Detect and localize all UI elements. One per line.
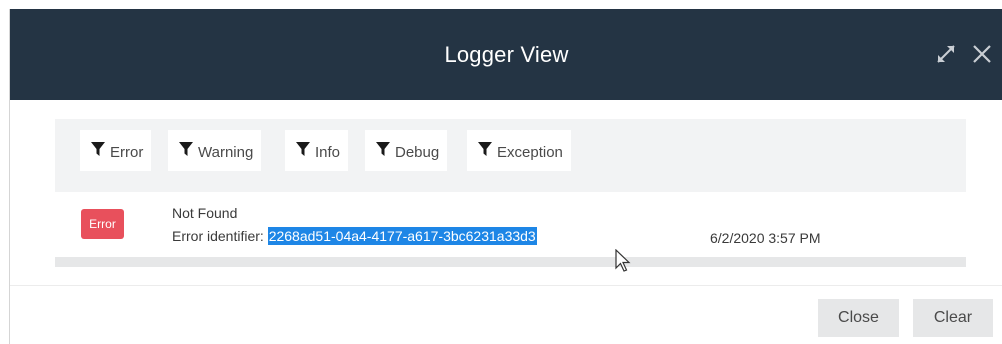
filter-funnel-icon bbox=[376, 142, 390, 156]
filter-info-button[interactable]: Info bbox=[285, 130, 349, 171]
identifier-label: Error identifier: bbox=[172, 228, 264, 244]
filter-label: Error bbox=[110, 143, 144, 161]
horizontal-scrollbar[interactable] bbox=[55, 257, 966, 267]
dialog-header: Logger View bbox=[10, 9, 1002, 100]
filter-label: Exception bbox=[497, 143, 563, 161]
log-level-badge: Error bbox=[81, 209, 124, 239]
filter-funnel-icon bbox=[179, 142, 193, 156]
log-timestamp: 6/2/2020 3:57 PM bbox=[710, 230, 821, 246]
expand-arrows-icon[interactable] bbox=[932, 39, 960, 69]
filter-bar: Error Warning Info Debug Exception bbox=[55, 119, 966, 192]
log-entry-row: Error Not Found Error identifier: 2268ad… bbox=[55, 192, 966, 267]
footer-divider bbox=[10, 285, 1002, 286]
filter-funnel-icon bbox=[296, 142, 310, 156]
page-background bbox=[0, 0, 9, 344]
filter-label: Debug bbox=[395, 143, 440, 161]
filter-label: Info bbox=[315, 143, 341, 161]
error-identifier-value[interactable]: 2268ad51-04a4-4177-a617-3bc6231a33d3 bbox=[267, 227, 537, 245]
clear-button[interactable]: Clear bbox=[913, 299, 993, 337]
log-message: Not Found bbox=[172, 205, 238, 221]
mouse-pointer-icon bbox=[615, 248, 631, 278]
close-button[interactable]: Close bbox=[818, 299, 899, 337]
dialog-title: Logger View bbox=[444, 42, 569, 67]
filter-label: Warning bbox=[198, 143, 254, 161]
filter-funnel-icon bbox=[478, 142, 492, 156]
filter-warning-button[interactable]: Warning bbox=[168, 130, 262, 171]
close-x-icon[interactable] bbox=[968, 39, 996, 69]
log-identifier-line: Error identifier: 2268ad51-04a4-4177-a61… bbox=[172, 227, 537, 245]
logger-dialog: Logger View Error Warning Info Debug Exc… bbox=[9, 9, 1002, 344]
filter-error-button[interactable]: Error bbox=[80, 130, 152, 171]
filter-exception-button[interactable]: Exception bbox=[467, 130, 571, 171]
filter-funnel-icon bbox=[91, 142, 105, 156]
filter-debug-button[interactable]: Debug bbox=[365, 130, 448, 171]
